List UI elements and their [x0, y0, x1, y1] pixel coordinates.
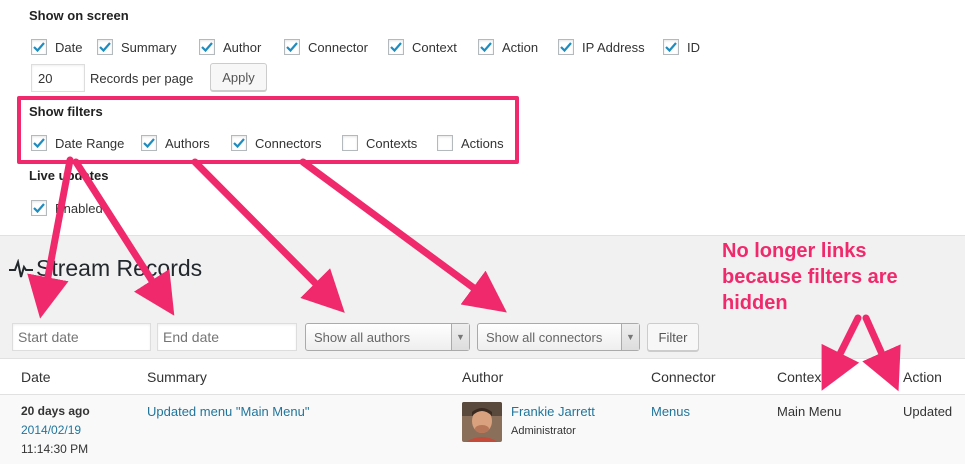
- column-header-date[interactable]: Date: [21, 369, 51, 385]
- record-date-relative: 20 days ago: [21, 404, 90, 418]
- records-per-page-input[interactable]: [31, 64, 85, 92]
- column-header-action[interactable]: Action: [903, 369, 942, 385]
- filter-toggle-label: Date Range: [55, 135, 125, 151]
- record-summary-link[interactable]: Updated menu "Main Menu": [147, 404, 309, 419]
- end-date-input[interactable]: [157, 323, 297, 351]
- chevron-down-icon: ▼: [451, 324, 469, 350]
- connectors-select[interactable]: Show all connectors ▼: [477, 323, 640, 351]
- connector-link[interactable]: Menus: [651, 404, 690, 419]
- filter-toggle-connectors[interactable]: Connectors: [231, 134, 321, 152]
- column-toggle-date[interactable]: Date: [31, 38, 82, 56]
- column-toggle-label: Action: [502, 39, 539, 55]
- filter-button[interactable]: Filter: [647, 323, 699, 351]
- checkbox[interactable]: [199, 39, 215, 55]
- checkbox[interactable]: [388, 39, 404, 55]
- column-toggle-label: ID: [687, 39, 700, 55]
- column-toggle-label: Date: [55, 39, 83, 55]
- column-header-connector[interactable]: Connector: [651, 369, 716, 385]
- column-toggle-context[interactable]: Context: [388, 38, 457, 56]
- filter-toggle-authors[interactable]: Authors: [141, 134, 210, 152]
- author-role: Administrator: [511, 425, 576, 437]
- screen-options-panel: Show on screen Date Summary Author Conne…: [0, 0, 965, 236]
- live-updates-label: Enabled: [55, 200, 103, 216]
- column-toggle-ip-address[interactable]: IP Address: [558, 38, 645, 56]
- live-updates-title: Live updates: [29, 168, 109, 183]
- checkbox[interactable]: [31, 135, 47, 151]
- connectors-select-value: Show all connectors: [486, 329, 603, 345]
- filter-toggle-label: Connectors: [255, 135, 322, 151]
- start-date-input[interactable]: [12, 323, 151, 351]
- column-toggle-label: Summary: [121, 39, 177, 55]
- chevron-down-icon: ▼: [621, 324, 639, 350]
- checkbox[interactable]: [342, 135, 358, 151]
- column-toggle-author[interactable]: Author: [199, 38, 261, 56]
- filter-toggle-label: Contexts: [366, 135, 418, 151]
- column-toggle-id[interactable]: ID: [663, 38, 700, 56]
- action-text: Updated: [903, 404, 953, 419]
- records-per-page-label: Records per page: [90, 71, 194, 86]
- column-header-context[interactable]: Context: [777, 369, 825, 385]
- column-toggle-label: Context: [412, 39, 457, 55]
- filter-toggle-label: Authors: [165, 135, 210, 151]
- column-header-summary[interactable]: Summary: [147, 369, 207, 385]
- apply-button[interactable]: Apply: [210, 63, 267, 91]
- column-toggle-label: Author: [223, 39, 262, 55]
- stream-pulse-icon: [9, 259, 33, 278]
- checkbox[interactable]: [31, 200, 47, 216]
- checkbox[interactable]: [663, 39, 679, 55]
- checkbox[interactable]: [478, 39, 494, 55]
- column-toggle-summary[interactable]: Summary: [97, 38, 177, 56]
- page-title: Stream Records: [36, 255, 203, 281]
- checkbox[interactable]: [437, 135, 453, 151]
- column-toggle-label: IP Address: [582, 39, 645, 55]
- checkbox[interactable]: [97, 39, 113, 55]
- checkbox[interactable]: [231, 135, 247, 151]
- show-on-screen-title: Show on screen: [29, 8, 129, 23]
- authors-select-value: Show all authors: [314, 329, 411, 345]
- column-toggle-action[interactable]: Action: [478, 38, 538, 56]
- show-filters-title: Show filters: [29, 104, 103, 119]
- authors-select[interactable]: Show all authors ▼: [305, 323, 470, 351]
- checkbox[interactable]: [141, 135, 157, 151]
- checkbox[interactable]: [31, 39, 47, 55]
- filter-toggle-date-range[interactable]: Date Range: [31, 134, 124, 152]
- filter-toggle-contexts[interactable]: Contexts: [342, 134, 417, 152]
- author-avatar: [462, 402, 502, 442]
- filter-toggle-actions[interactable]: Actions: [437, 134, 504, 152]
- context-text: Main Menu: [777, 404, 842, 419]
- record-time: 11:14:30 PM: [21, 442, 89, 456]
- record-date-link[interactable]: 2014/02/19: [21, 423, 81, 437]
- filter-toggle-label: Actions: [461, 135, 504, 151]
- author-name-link[interactable]: Frankie Jarrett: [511, 404, 595, 419]
- column-header-author[interactable]: Author: [462, 369, 503, 385]
- annotation-text: No longer links because filters are hidd…: [722, 240, 898, 314]
- checkbox[interactable]: [558, 39, 574, 55]
- column-toggle-label: Connector: [308, 39, 368, 55]
- checkbox[interactable]: [284, 39, 300, 55]
- column-toggle-connector[interactable]: Connector: [284, 38, 368, 56]
- live-updates-toggle[interactable]: Enabled: [31, 199, 103, 217]
